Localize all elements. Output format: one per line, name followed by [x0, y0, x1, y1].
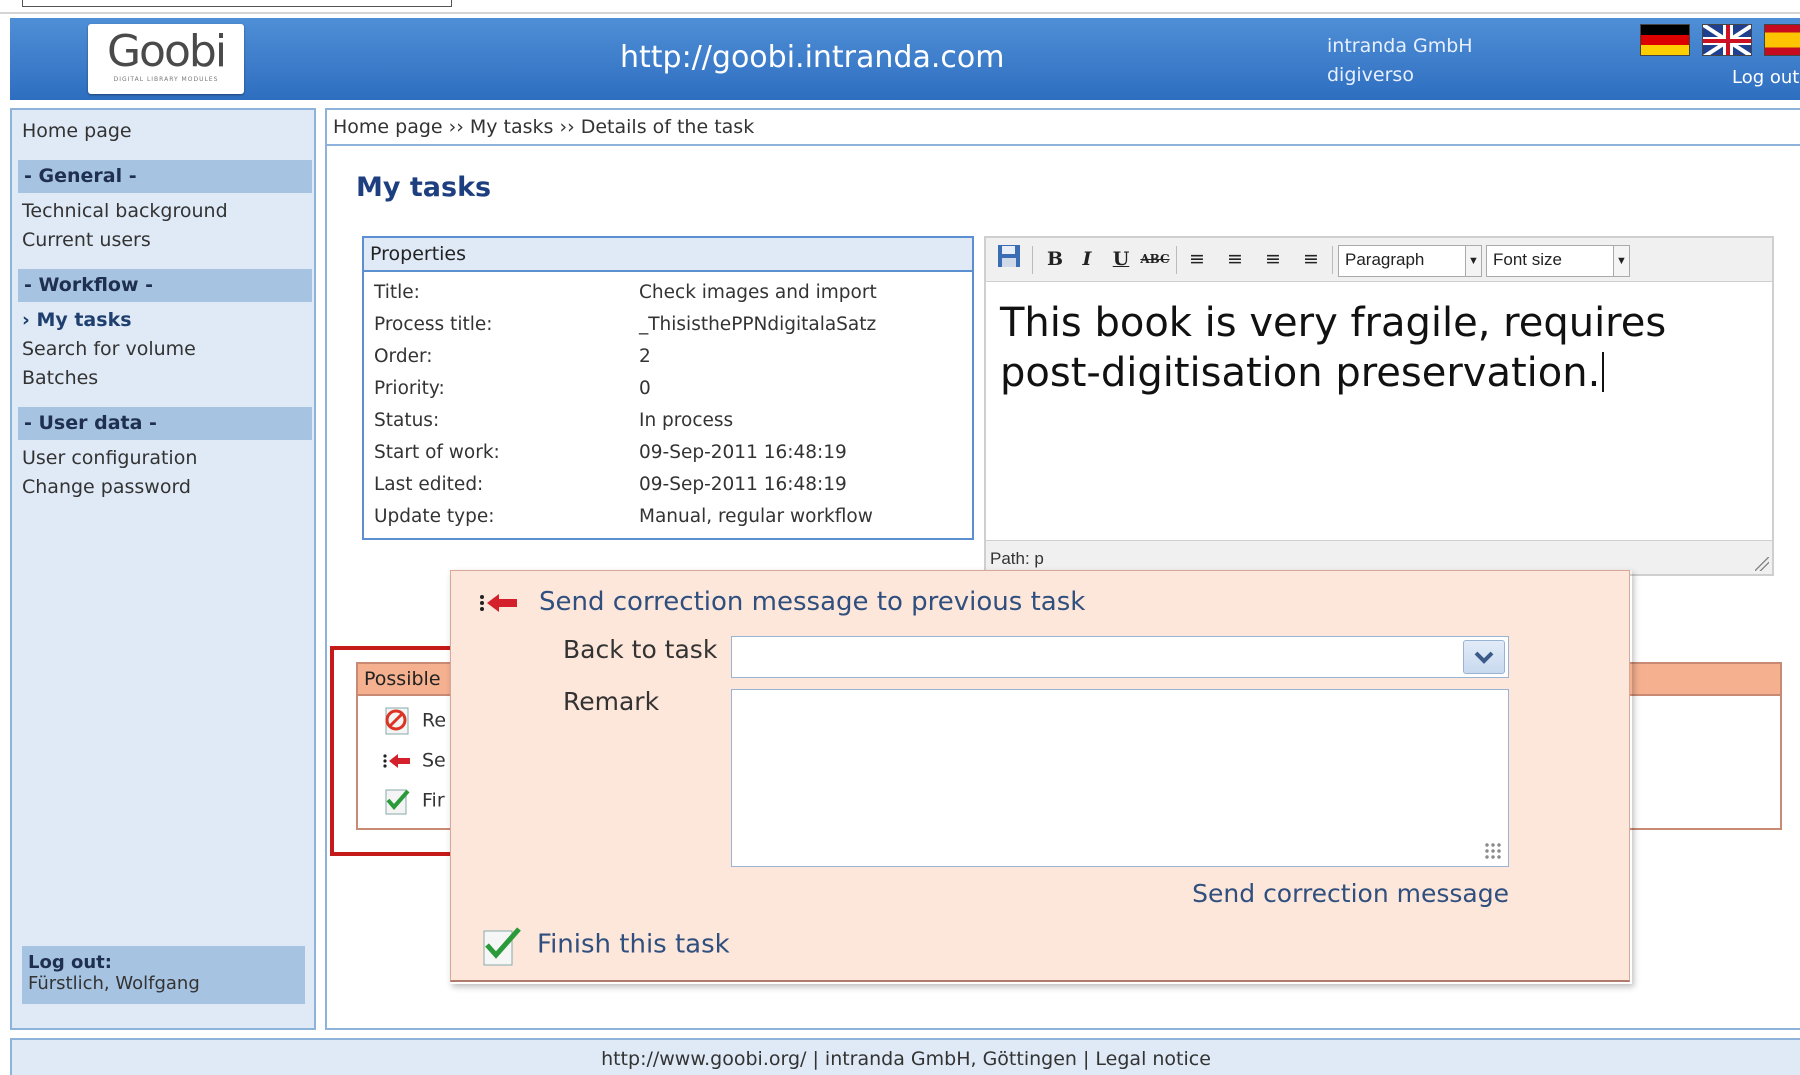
sidebar-item-my-tasks[interactable]: › My tasks — [22, 309, 132, 331]
header-bar: Goobi DIGITAL LIBRARY MODULES http://goo… — [10, 18, 1800, 100]
prop-value: 0 — [639, 378, 651, 399]
font-size-select[interactable]: Font size ▼ — [1486, 245, 1630, 277]
align-justify-icon[interactable]: ≡ — [1296, 244, 1326, 274]
logo-wordmark: Goobi — [106, 26, 227, 77]
editor-toolbar: B I U ABC ≡ ≡ ≡ ≡ Paragraph ▼ Font size … — [986, 238, 1772, 282]
remark-editor: B I U ABC ≡ ≡ ≡ ≡ Paragraph ▼ Font size … — [984, 236, 1774, 576]
logout-label[interactable]: Log out: — [28, 952, 299, 973]
back-to-task-label: Back to task — [563, 635, 718, 664]
sidebar-item-current-users[interactable]: Current users — [22, 229, 151, 251]
page-title: My tasks — [356, 172, 492, 203]
prop-value: 09-Sep-2011 16:48:19 — [639, 474, 847, 495]
remark-textarea[interactable] — [731, 689, 1509, 867]
bold-icon[interactable]: B — [1040, 244, 1070, 274]
header-logout-link[interactable]: Log out — [1732, 67, 1799, 88]
breadcrumb[interactable]: Home page ›› My tasks ›› Details of the … — [327, 110, 1800, 146]
prop-label: Process title: — [374, 314, 493, 335]
sidebar: Home page - General - Technical backgrou… — [10, 108, 316, 1030]
editor-text-line: This book is very fragile, requires — [1000, 300, 1667, 346]
footer[interactable]: http://www.goobi.org/ | intranda GmbH, G… — [10, 1038, 1800, 1075]
underline-icon[interactable]: U — [1106, 244, 1136, 274]
goobi-logo[interactable]: Goobi DIGITAL LIBRARY MODULES — [88, 24, 244, 94]
german-flag-icon[interactable] — [1640, 24, 1690, 56]
font-size-select-value: Font size — [1493, 250, 1562, 269]
sidebar-item-change-password[interactable]: Change password — [22, 476, 191, 498]
prop-value: Manual, regular workflow — [639, 506, 873, 527]
company-name: intranda GmbH — [1327, 35, 1473, 57]
address-bar-edge — [22, 0, 452, 7]
save-icon[interactable] — [994, 244, 1024, 274]
logged-in-user: Fürstlich, Wolfgang — [28, 973, 200, 994]
prop-label: Start of work: — [374, 442, 500, 463]
prop-value: Check images and import — [639, 282, 877, 303]
format-select[interactable]: Paragraph ▼ — [1338, 245, 1482, 277]
prop-value: In process — [639, 410, 734, 431]
uk-flag-icon[interactable] — [1702, 24, 1752, 56]
sidebar-logout[interactable]: Log out: Fürstlich, Wolfgang — [22, 946, 305, 1004]
chevron-down-icon[interactable] — [1463, 640, 1505, 674]
highlight-frame — [330, 646, 450, 856]
sidebar-section-workflow: - Workflow - — [18, 269, 312, 302]
send-correction-row[interactable]: Send correction message to previous task — [479, 587, 1085, 617]
sidebar-item-user-configuration[interactable]: User configuration — [22, 447, 197, 469]
company-info: intranda GmbH digiverso — [1327, 32, 1473, 90]
prop-label: Update type: — [374, 506, 495, 527]
editor-content[interactable]: This book is very fragile, requires post… — [1000, 298, 1666, 398]
align-left-icon[interactable]: ≡ — [1182, 244, 1212, 274]
align-center-icon[interactable]: ≡ — [1220, 244, 1250, 274]
finish-task-label: Finish this task — [537, 929, 730, 960]
prop-label: Order: — [374, 346, 433, 367]
align-right-icon[interactable]: ≡ — [1258, 244, 1288, 274]
remark-label: Remark — [563, 687, 660, 716]
spanish-flag-icon[interactable] — [1764, 24, 1800, 56]
company-product: digiverso — [1327, 64, 1414, 86]
resize-grip-icon[interactable] — [1484, 842, 1502, 860]
text-caret — [1602, 352, 1605, 392]
back-to-task-select[interactable] — [731, 636, 1509, 678]
chevron-down-icon: ▼ — [1465, 246, 1481, 276]
site-url: http://goobi.intranda.com — [620, 40, 1005, 75]
finish-check-icon — [481, 923, 523, 967]
editor-path-bar: Path: p — [986, 540, 1772, 574]
finish-task-row[interactable]: Finish this task — [481, 923, 730, 967]
send-correction-button[interactable]: Send correction message — [1192, 879, 1509, 908]
chevron-down-icon: ▼ — [1613, 246, 1629, 276]
sidebar-item-search-volume[interactable]: Search for volume — [22, 338, 196, 360]
sidebar-section-user-data: - User data - — [18, 407, 312, 440]
prop-label: Priority: — [374, 378, 445, 399]
sidebar-item-technical-background[interactable]: Technical background — [22, 200, 228, 222]
prop-value: _ThisisthePPNdigitalaSatz — [639, 314, 877, 335]
prop-label: Title: — [374, 282, 420, 303]
properties-heading: Properties — [364, 238, 972, 272]
editor-text-line: post-digitisation preservation. — [1000, 350, 1601, 396]
format-select-value: Paragraph — [1345, 250, 1425, 269]
sidebar-item-batches[interactable]: Batches — [22, 367, 98, 389]
sidebar-section-general: - General - — [18, 160, 312, 193]
strikethrough-icon[interactable]: ABC — [1140, 244, 1170, 274]
properties-panel: Properties Title: Check images and impor… — [362, 236, 974, 540]
prop-value: 2 — [639, 346, 651, 367]
send-back-arrow-icon — [479, 589, 519, 617]
browser-top-strip — [0, 0, 1800, 14]
resize-grip-icon[interactable] — [1755, 557, 1769, 571]
task-actions-popup: Send correction message to previous task… — [450, 570, 1630, 982]
prop-value: 09-Sep-2011 16:48:19 — [639, 442, 847, 463]
prop-label: Last edited: — [374, 474, 484, 495]
prop-label: Status: — [374, 410, 440, 431]
sidebar-item-home[interactable]: Home page — [22, 120, 132, 142]
send-correction-title: Send correction message to previous task — [539, 587, 1086, 617]
italic-icon[interactable]: I — [1072, 244, 1102, 274]
